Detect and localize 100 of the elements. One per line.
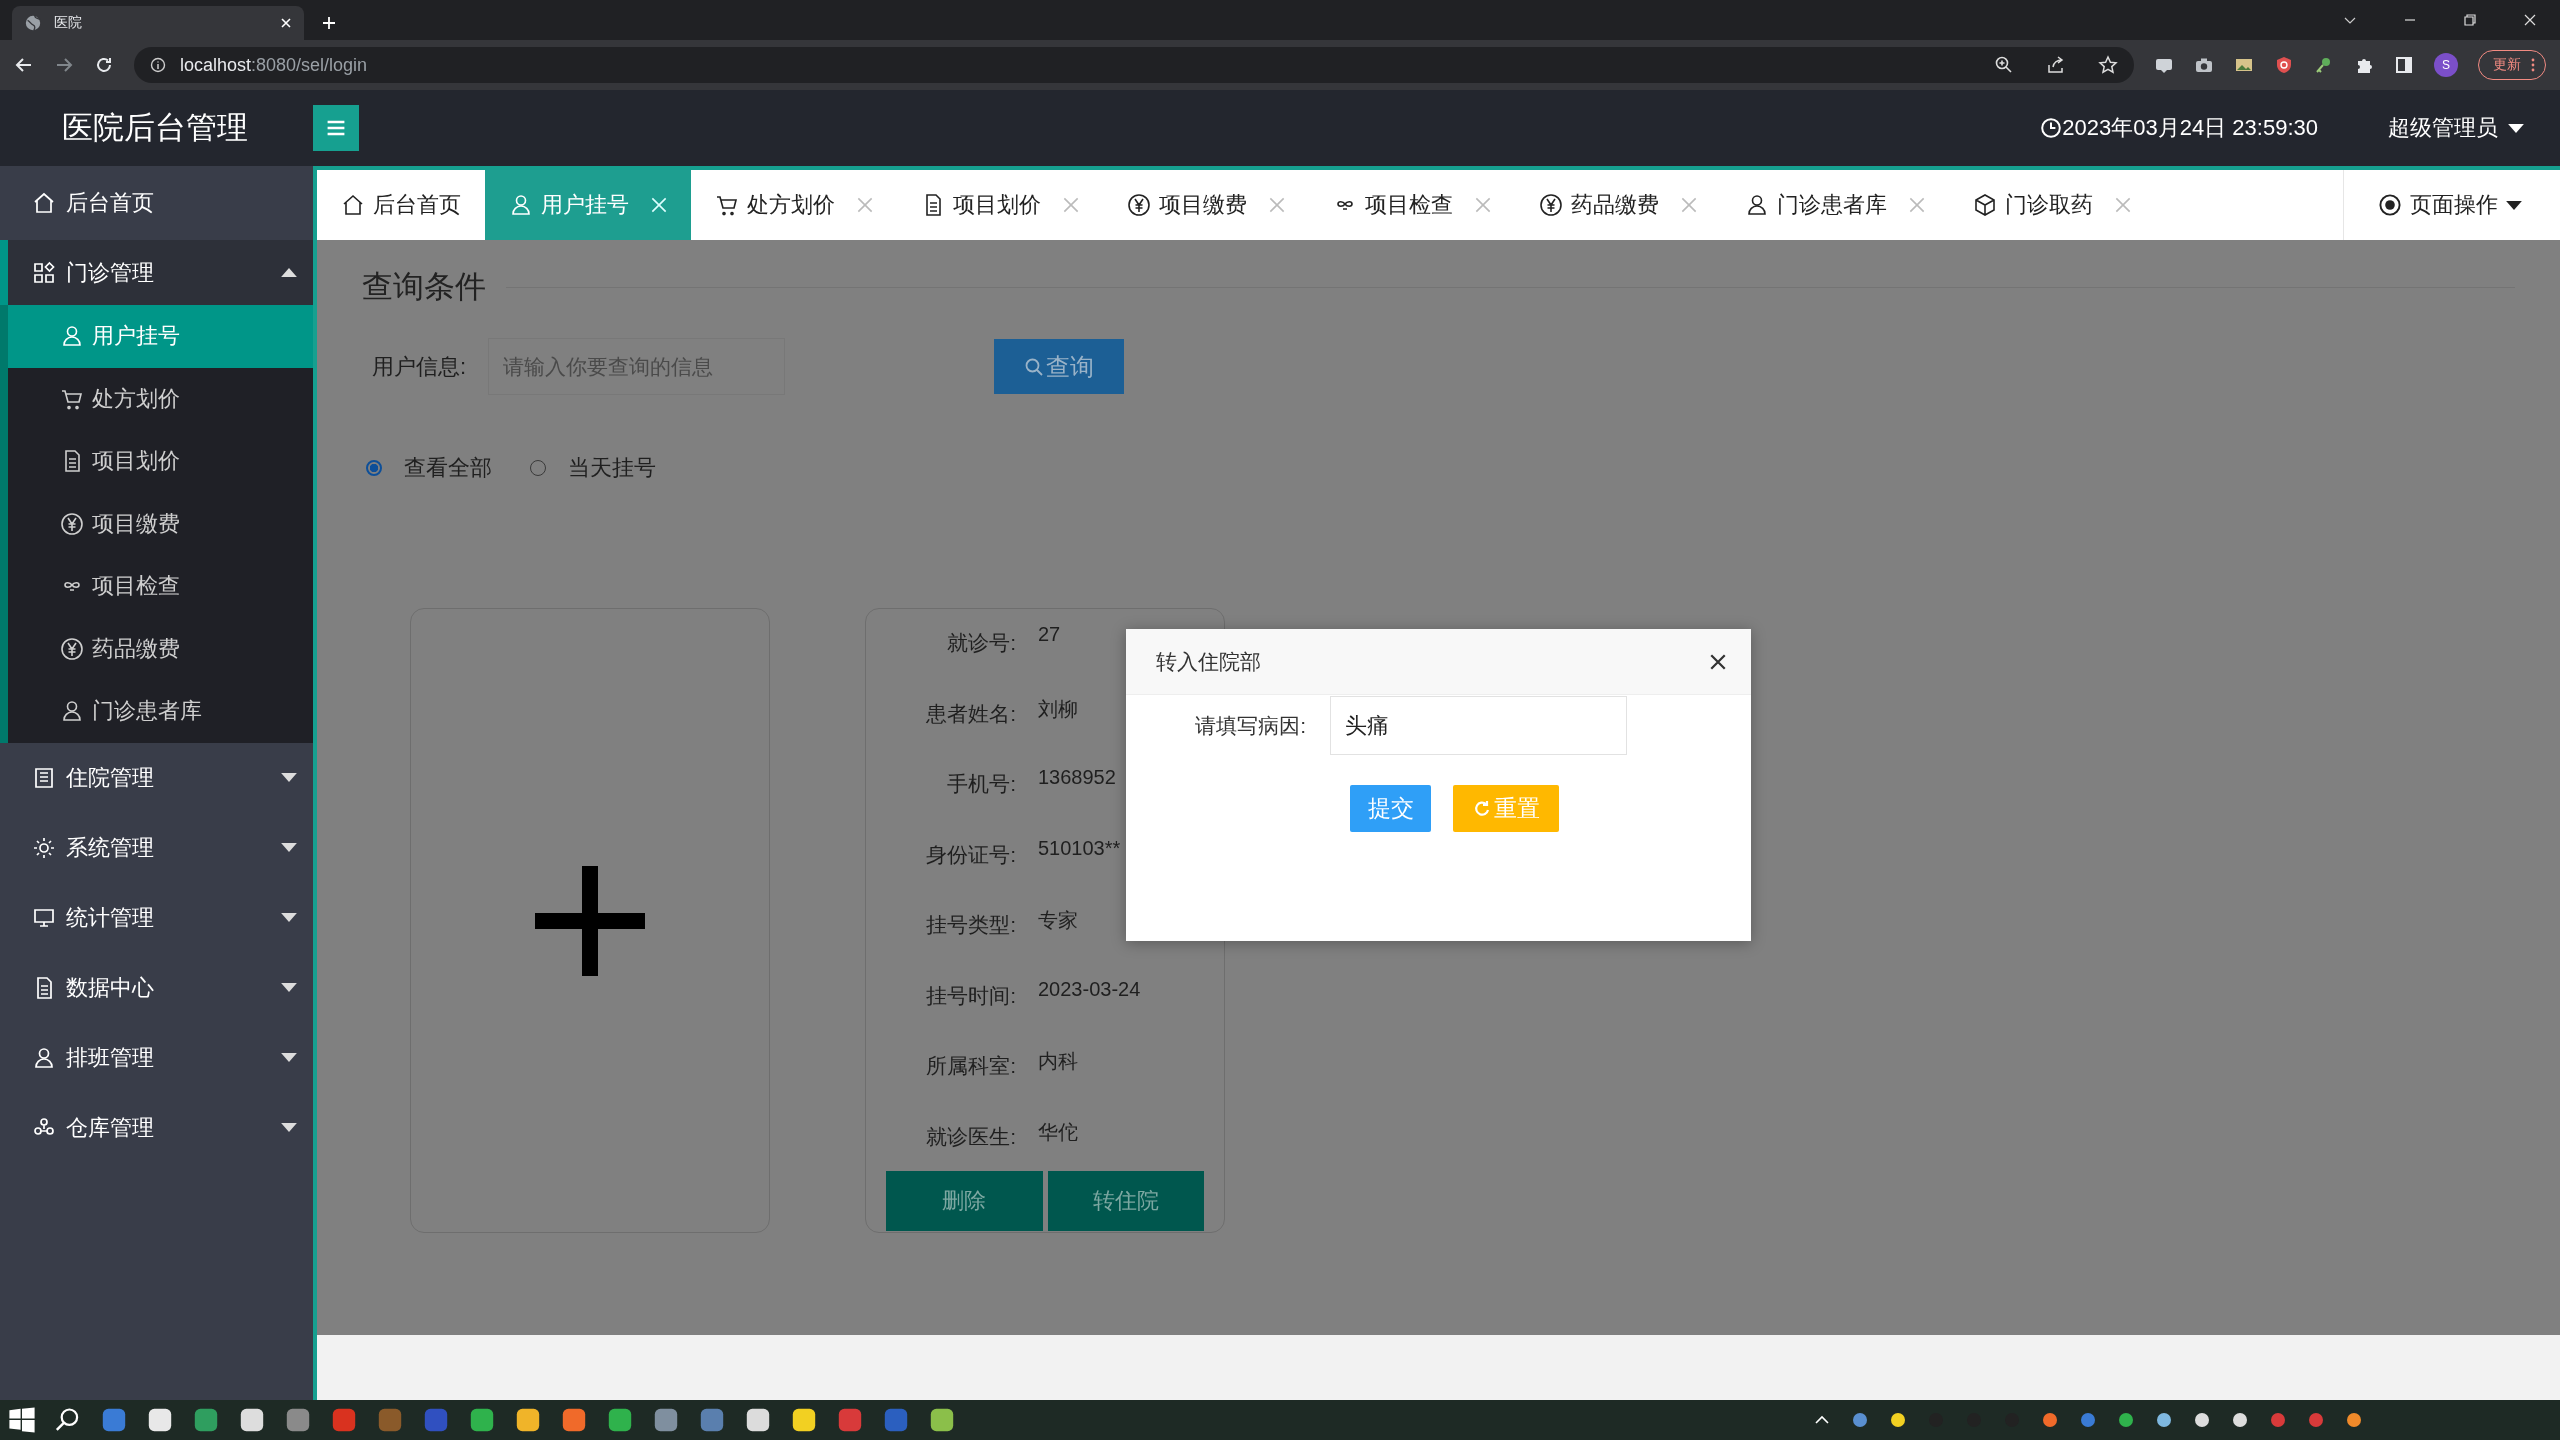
page-tab[interactable]: 项目划价 <box>897 170 1103 240</box>
address-text: localhost:8080/sel/login <box>180 54 368 76</box>
zoom-icon[interactable] <box>1994 55 2014 75</box>
sidebar-item[interactable]: 住院管理 <box>0 742 313 813</box>
menu-button[interactable] <box>313 105 359 151</box>
tray-icon[interactable] <box>2344 1410 2364 1430</box>
tab-title: 医院 <box>54 14 83 32</box>
field-label: 请填写病因: <box>1194 712 1306 739</box>
sidebar-item[interactable]: 统计管理 <box>0 882 313 953</box>
restore-icon[interactable] <box>2462 12 2478 28</box>
app-icon[interactable] <box>146 1406 174 1434</box>
app-icon[interactable] <box>514 1406 542 1434</box>
caret-icon <box>281 983 297 992</box>
profile-avatar[interactable]: S <box>2434 53 2458 77</box>
caret-icon <box>281 773 297 782</box>
caret-icon <box>2506 200 2522 210</box>
browser-tab[interactable]: 医院 <box>12 6 304 40</box>
tray-icon[interactable] <box>1850 1410 1870 1430</box>
tray-icon[interactable] <box>2230 1410 2250 1430</box>
radio-label[interactable]: 当天挂号 <box>568 453 656 483</box>
tray-icon[interactable] <box>1888 1410 1908 1430</box>
radio-button[interactable] <box>366 460 382 476</box>
field-value: 1368952 <box>1038 765 1116 789</box>
page-tab[interactable]: 处方划价 <box>691 170 897 240</box>
dialog-title: 转入住院部 <box>1156 648 1262 675</box>
datetime: 2023年03月24日 23:59:30 <box>2062 114 2318 142</box>
page-tab[interactable]: 门诊取药 <box>1949 170 2155 240</box>
section-title: 查询条件 <box>362 268 486 306</box>
sidebar-subitem[interactable]: 药品缴费 <box>8 617 313 680</box>
share-icon[interactable] <box>2046 55 2066 75</box>
shield-icon[interactable] <box>2274 55 2294 75</box>
sidebar-subitem[interactable]: 处方划价 <box>8 367 313 430</box>
field-label: 所属科室: <box>925 1053 1016 1079</box>
yen-icon <box>1127 193 1151 217</box>
page-tab[interactable]: 项目检查 <box>1309 170 1515 240</box>
tray-icon[interactable] <box>2154 1410 2174 1430</box>
new-tab-icon[interactable] <box>322 16 336 30</box>
side-panel-icon[interactable] <box>2394 55 2414 75</box>
sidebar-item[interactable]: 仓库管理 <box>0 1092 313 1163</box>
field-value: 专家 <box>1038 908 1078 933</box>
sidebar-subitem[interactable]: 用户挂号 <box>8 305 313 368</box>
search-icon <box>1024 356 1044 377</box>
radio-button[interactable] <box>530 460 546 476</box>
sidebar-subitem[interactable]: 项目缴费 <box>8 492 313 555</box>
reason-field[interactable]: 头痛 <box>1330 696 1627 755</box>
user-icon <box>1745 193 1769 217</box>
app-title: 医院后台管理 <box>62 109 249 147</box>
app-icon[interactable] <box>744 1406 772 1434</box>
field-value: 27 <box>1038 623 1061 646</box>
field-label: 身份证号: <box>925 841 1016 868</box>
page-tab[interactable]: 后台首页 <box>317 170 485 240</box>
app-icon[interactable] <box>928 1406 956 1434</box>
page-tab[interactable]: 药品缴费 <box>1515 170 1721 240</box>
close-icon[interactable] <box>1709 652 1727 671</box>
info-icon <box>150 57 166 73</box>
app-icon[interactable] <box>468 1406 496 1434</box>
star-icon[interactable] <box>2098 55 2118 75</box>
sidebar-item[interactable]: 门诊管理 <box>0 240 313 305</box>
sidebar-subitem[interactable]: 门诊患者库 <box>8 680 313 743</box>
radio-label[interactable]: 查看全部 <box>404 453 492 483</box>
tray-icon[interactable] <box>2192 1410 2212 1430</box>
caret-icon <box>281 1053 297 1062</box>
sidebar-subitem[interactable]: 项目划价 <box>8 430 313 493</box>
app-icon[interactable] <box>606 1406 634 1434</box>
user-icon <box>60 324 84 349</box>
page-tab[interactable]: 项目缴费 <box>1103 170 1309 240</box>
address-bar[interactable]: localhost:8080/sel/login <box>134 47 2134 83</box>
field-value: 华佗 <box>1038 1119 1078 1145</box>
radio-dot-icon <box>2378 193 2402 217</box>
plus-icon <box>535 865 645 976</box>
field-label: 就诊医生: <box>925 1123 1016 1150</box>
sidebar-item[interactable]: 数据中心 <box>0 952 313 1023</box>
field-label: 就诊号: <box>946 630 1016 656</box>
caret-icon <box>281 913 297 922</box>
page-tab[interactable]: 门诊患者库 <box>1721 170 1949 240</box>
field-label: 用户信息: <box>372 352 468 381</box>
tray-icon[interactable] <box>2040 1410 2060 1430</box>
field-value: 内科 <box>1038 1049 1078 1074</box>
refresh-icon <box>1472 798 1492 819</box>
reload-icon[interactable] <box>94 55 114 75</box>
app-icon[interactable] <box>790 1406 818 1434</box>
field-value: 510103** <box>1038 835 1121 860</box>
user-menu[interactable]: 超级管理员 <box>2388 113 2498 143</box>
start-icon[interactable] <box>8 1406 36 1434</box>
update-button[interactable]: 更新 <box>2478 50 2546 80</box>
field-label: 患者姓名: <box>925 700 1016 727</box>
sidebar-item[interactable]: 系统管理 <box>0 812 313 883</box>
tray-icon[interactable] <box>2116 1410 2136 1430</box>
more-icon <box>2531 57 2535 73</box>
list-icon <box>32 765 56 790</box>
caret-icon <box>281 843 297 852</box>
close-icon[interactable] <box>2522 12 2538 28</box>
sidebar-item[interactable]: 后台首页 <box>0 166 313 240</box>
yen-icon <box>60 636 84 661</box>
yen-icon <box>60 511 84 536</box>
sidebar-item[interactable]: 排班管理 <box>0 1022 313 1093</box>
field-label: 挂号时间: <box>925 982 1016 1009</box>
caret-icon[interactable] <box>2508 123 2524 133</box>
sidebar-subitem[interactable]: 项目检查 <box>8 555 313 618</box>
app-icon[interactable] <box>238 1406 266 1434</box>
